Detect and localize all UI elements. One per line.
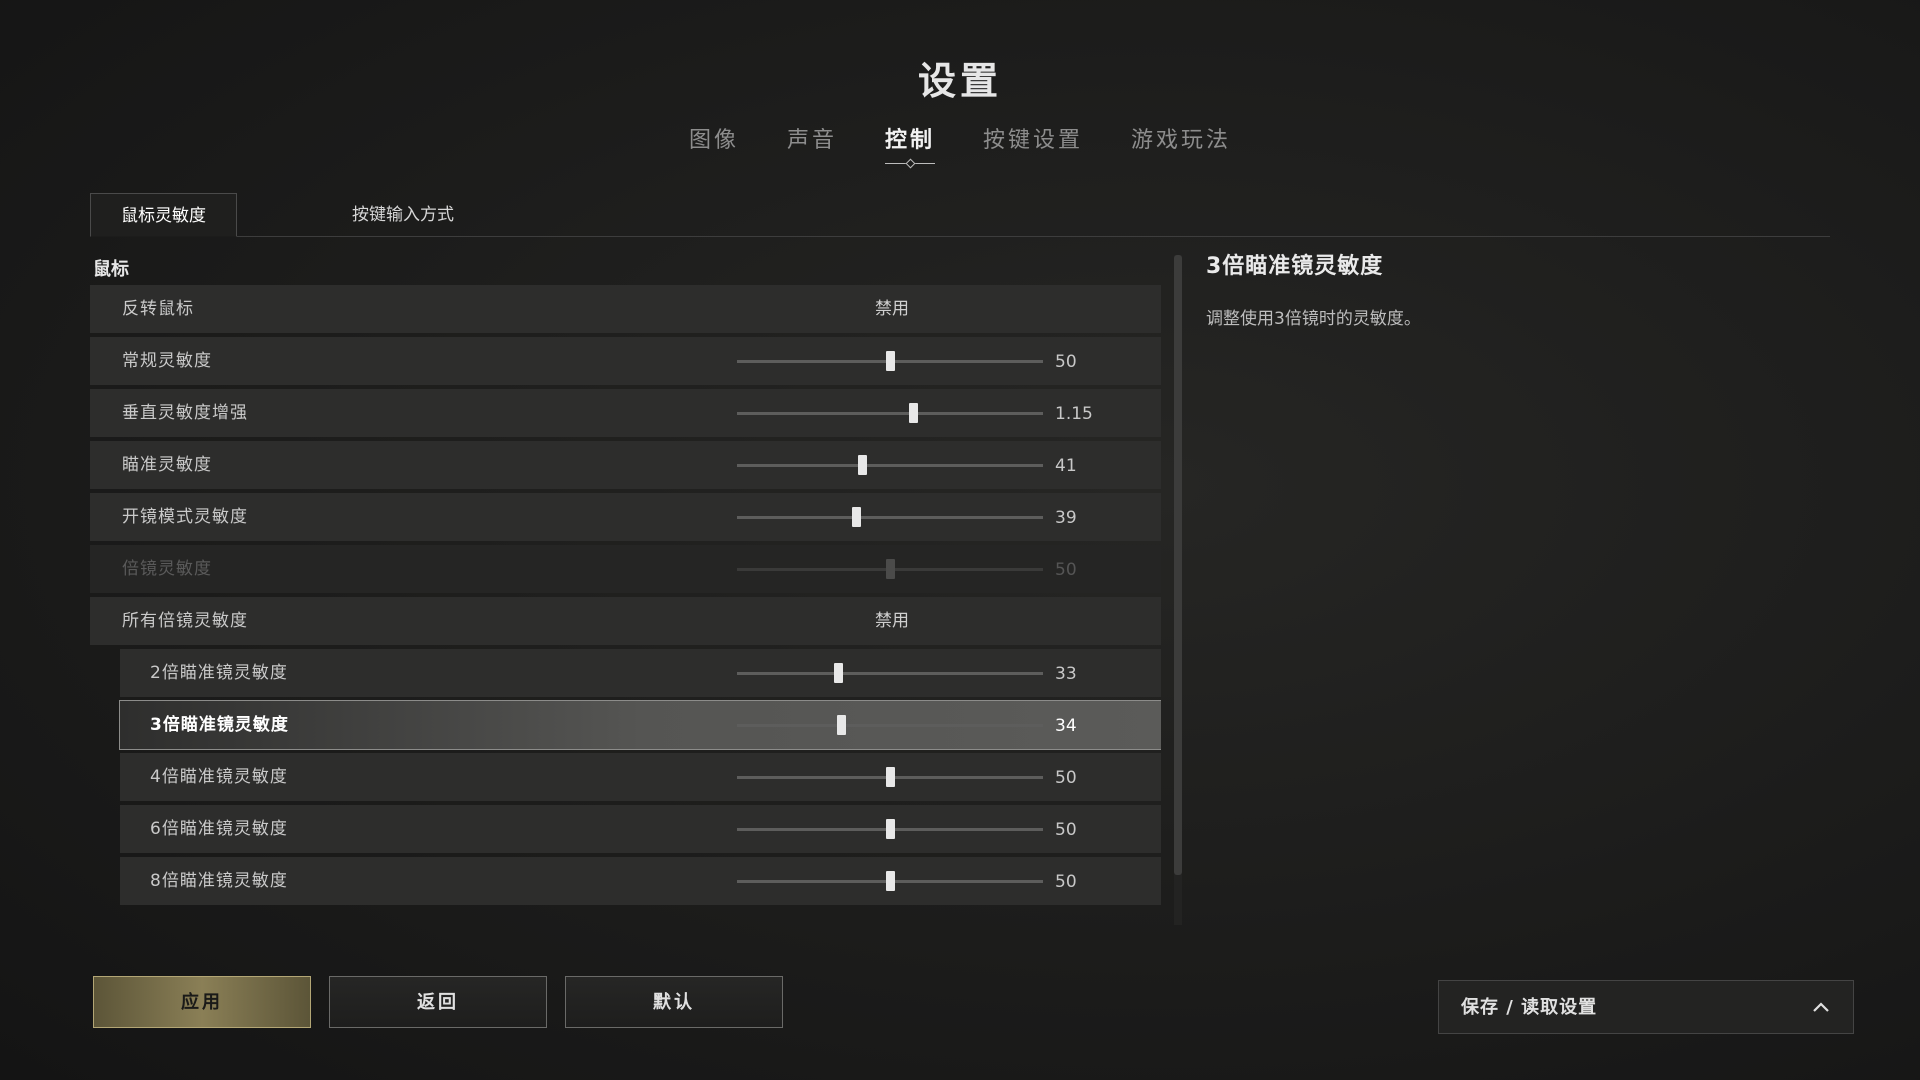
setting-row: 倍镜灵敏度 50 bbox=[90, 545, 1161, 593]
slider-thumb[interactable] bbox=[833, 663, 843, 683]
save-load-settings-button[interactable]: 保存 / 读取设置 bbox=[1438, 980, 1854, 1034]
slider-value: 50 bbox=[1055, 768, 1077, 788]
setting-row[interactable]: 8倍瞄准镜灵敏度 50 bbox=[120, 857, 1161, 905]
setting-toggle-value[interactable]: 禁用 bbox=[875, 285, 909, 333]
settings-list: 反转鼠标 禁用 常规灵敏度 50 垂直灵敏度增强 1.15 瞄准灵敏度 41 开镜模式灵敏度 39… bbox=[90, 285, 1161, 925]
slider-thumb[interactable] bbox=[837, 715, 847, 735]
slider-track[interactable] bbox=[737, 767, 1043, 787]
slider-value: 41 bbox=[1055, 456, 1077, 476]
tab-keybindings[interactable]: 按键设置 bbox=[983, 122, 1083, 164]
slider-value: 39 bbox=[1055, 508, 1077, 528]
slider-track[interactable] bbox=[737, 819, 1043, 839]
slider-track[interactable] bbox=[737, 351, 1043, 371]
setting-label: 常规灵敏度 bbox=[122, 351, 212, 371]
slider-track[interactable] bbox=[737, 455, 1043, 475]
slider-thumb[interactable] bbox=[852, 507, 862, 527]
save-load-label: 保存 / 读取设置 bbox=[1461, 997, 1598, 1018]
slider-value: 50 bbox=[1055, 352, 1077, 372]
slider-thumb[interactable] bbox=[858, 455, 868, 475]
setting-row[interactable]: 开镜模式灵敏度 39 bbox=[90, 493, 1161, 541]
slider-thumb[interactable] bbox=[886, 767, 895, 787]
subtab-bar: 鼠标灵敏度 按键输入方式 bbox=[90, 193, 1830, 237]
section-label-mouse: 鼠标 bbox=[93, 259, 129, 280]
tab-control[interactable]: 控制 bbox=[884, 122, 936, 164]
slider-thumb[interactable] bbox=[886, 351, 895, 371]
main-tabs: 图像 声音 控制 按键设置 游戏玩法 bbox=[0, 122, 1920, 164]
tab-gameplay[interactable]: 游戏玩法 bbox=[1131, 122, 1231, 164]
slider-value: 50 bbox=[1055, 872, 1077, 892]
apply-button[interactable]: 应用 bbox=[93, 976, 311, 1028]
back-button[interactable]: 返回 bbox=[329, 976, 547, 1028]
slider-value: 1.15 bbox=[1055, 404, 1093, 424]
slider-thumb[interactable] bbox=[886, 871, 895, 891]
setting-label: 8倍瞄准镜灵敏度 bbox=[150, 871, 288, 891]
setting-label: 倍镜灵敏度 bbox=[122, 559, 212, 579]
setting-label: 6倍瞄准镜灵敏度 bbox=[150, 819, 288, 839]
slider-track[interactable] bbox=[737, 871, 1043, 891]
slider-track[interactable] bbox=[737, 403, 1043, 423]
slider-thumb bbox=[886, 559, 895, 579]
scrollbar-thumb[interactable] bbox=[1174, 255, 1182, 875]
setting-row[interactable]: 常规灵敏度 50 bbox=[90, 337, 1161, 385]
setting-row[interactable]: 3倍瞄准镜灵敏度 34 bbox=[119, 700, 1161, 750]
subtab-mouse-sensitivity[interactable]: 鼠标灵敏度 bbox=[90, 193, 237, 237]
setting-label: 开镜模式灵敏度 bbox=[122, 507, 248, 527]
setting-row[interactable]: 垂直灵敏度增强 1.15 bbox=[90, 389, 1161, 437]
slider-value: 50 bbox=[1055, 820, 1077, 840]
setting-row[interactable]: 瞄准灵敏度 41 bbox=[90, 441, 1161, 489]
info-title: 3倍瞄准镜灵敏度 bbox=[1206, 254, 1384, 279]
tab-sound[interactable]: 声音 bbox=[787, 122, 837, 164]
setting-row[interactable]: 4倍瞄准镜灵敏度 50 bbox=[120, 753, 1161, 801]
slider-track bbox=[737, 559, 1043, 579]
tab-graphics[interactable]: 图像 bbox=[689, 122, 739, 164]
setting-label: 2倍瞄准镜灵敏度 bbox=[150, 663, 288, 683]
setting-row[interactable]: 2倍瞄准镜灵敏度 33 bbox=[120, 649, 1161, 697]
setting-label: 所有倍镜灵敏度 bbox=[122, 611, 248, 631]
slider-track[interactable] bbox=[737, 507, 1043, 527]
setting-row[interactable]: 所有倍镜灵敏度 禁用 bbox=[90, 597, 1161, 645]
setting-row[interactable]: 反转鼠标 禁用 bbox=[90, 285, 1161, 333]
slider-thumb[interactable] bbox=[908, 403, 918, 423]
subtab-key-input-method[interactable]: 按键输入方式 bbox=[330, 193, 476, 235]
chevron-up-icon bbox=[1813, 1002, 1829, 1012]
slider-track[interactable] bbox=[737, 663, 1043, 683]
slider-value: 50 bbox=[1055, 560, 1077, 580]
slider-track[interactable] bbox=[737, 715, 1043, 735]
setting-label: 3倍瞄准镜灵敏度 bbox=[150, 715, 289, 735]
info-description: 调整使用3倍镜时的灵敏度。 bbox=[1206, 309, 1421, 329]
setting-label: 垂直灵敏度增强 bbox=[122, 403, 248, 423]
page-title: 设置 bbox=[917, 59, 1002, 103]
setting-row[interactable]: 6倍瞄准镜灵敏度 50 bbox=[120, 805, 1161, 853]
setting-label: 瞄准灵敏度 bbox=[122, 455, 212, 475]
slider-value: 33 bbox=[1055, 664, 1077, 684]
slider-thumb[interactable] bbox=[886, 819, 895, 839]
default-button[interactable]: 默认 bbox=[565, 976, 783, 1028]
settings-scrollbar[interactable] bbox=[1174, 255, 1182, 925]
setting-toggle-value[interactable]: 禁用 bbox=[875, 597, 909, 645]
setting-label: 反转鼠标 bbox=[122, 299, 194, 319]
slider-value: 34 bbox=[1055, 716, 1077, 736]
setting-label: 4倍瞄准镜灵敏度 bbox=[150, 767, 288, 787]
